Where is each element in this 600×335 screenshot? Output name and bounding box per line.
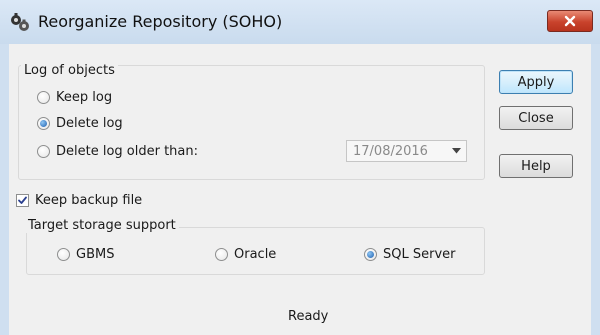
target-storage-label: Target storage support xyxy=(25,218,179,233)
keep-log-radio[interactable]: Keep log xyxy=(37,90,112,105)
radio-button[interactable] xyxy=(57,248,70,261)
close-button[interactable]: Close xyxy=(499,106,573,130)
oracle-label: Oracle xyxy=(234,247,277,262)
radio-button-selected[interactable] xyxy=(37,117,50,130)
close-icon xyxy=(564,15,576,27)
sql-server-label: SQL Server xyxy=(383,247,456,262)
date-picker[interactable]: 17/08/2016 xyxy=(346,140,467,162)
dialog-client-area: Log of objects Keep log Delete log Delet… xyxy=(9,44,591,335)
delete-log-radio[interactable]: Delete log xyxy=(37,116,123,131)
help-button[interactable]: Help xyxy=(499,154,573,178)
delete-log-older-than-radio[interactable]: Delete log older than: xyxy=(37,144,198,159)
radio-button-selected[interactable] xyxy=(364,248,377,261)
radio-button[interactable] xyxy=(37,91,50,104)
window-title: Reorganize Repository (SOHO) xyxy=(38,12,283,31)
apply-button[interactable]: Apply xyxy=(499,70,573,94)
date-value: 17/08/2016 xyxy=(353,143,428,159)
keep-backup-label: Keep backup file xyxy=(35,193,143,208)
log-of-objects-label: Log of objects xyxy=(21,63,118,78)
sql-server-radio[interactable]: SQL Server xyxy=(364,247,456,262)
gbms-radio[interactable]: GBMS xyxy=(57,247,114,262)
status-text: Ready xyxy=(288,309,329,324)
title-bar[interactable]: Reorganize Repository (SOHO) xyxy=(0,0,600,44)
dialog-window: Reorganize Repository (SOHO) Log of obje… xyxy=(0,0,600,335)
checkmark-icon xyxy=(18,196,27,204)
keep-backup-checkbox[interactable] xyxy=(16,194,29,207)
keep-backup-checkbox-row[interactable]: Keep backup file xyxy=(16,193,142,208)
radio-button[interactable] xyxy=(215,248,228,261)
dropdown-arrow[interactable] xyxy=(446,148,466,154)
close-window-button[interactable] xyxy=(547,10,593,32)
repository-app-icon xyxy=(11,13,29,31)
chevron-down-icon xyxy=(451,148,461,154)
delete-log-older-than-label: Delete log older than: xyxy=(56,144,199,159)
radio-button[interactable] xyxy=(37,145,50,158)
delete-log-label: Delete log xyxy=(56,116,123,131)
oracle-radio[interactable]: Oracle xyxy=(215,247,276,262)
keep-log-label: Keep log xyxy=(56,90,113,105)
gbms-label: GBMS xyxy=(76,247,115,262)
